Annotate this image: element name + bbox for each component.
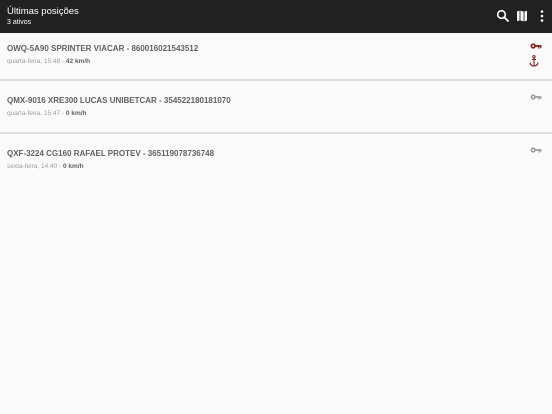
vehicle-title: QMX-9016 XRE300 LUCAS UNIBETCAR - 354522… xyxy=(7,96,231,105)
app-bar: Últimas posições 3 ativos xyxy=(0,0,552,33)
ignition-key-icon xyxy=(530,145,542,155)
more-options-button[interactable] xyxy=(534,8,550,24)
anchor-icon xyxy=(529,55,539,67)
ignition-key-icon xyxy=(530,41,542,51)
vehicle-status: quarta-feira, 15:47 - 0 km/h xyxy=(7,109,87,118)
list-item[interactable]: QXF-3224 CG160 RAFAEL PROTEV - 365119078… xyxy=(0,134,552,182)
ignition-key-icon xyxy=(530,92,542,102)
vehicle-speed: 42 km/h xyxy=(65,58,91,65)
page-title: Últimas posições xyxy=(7,6,79,17)
vehicle-status: sexta-feira, 14:40 - 0 km/h xyxy=(7,162,84,171)
vehicle-status: quarta-feira, 15:48 - 42 km/h xyxy=(7,57,90,66)
more-vert-icon xyxy=(540,10,544,22)
vehicle-list: OWQ-5A90 SPRINTER VIACAR - 8600160215435… xyxy=(0,33,552,182)
vehicle-title: QXF-3224 CG160 RAFAEL PROTEV - 365119078… xyxy=(7,149,215,158)
search-icon xyxy=(496,9,509,22)
list-item[interactable]: QMX-9016 XRE300 LUCAS UNIBETCAR - 354522… xyxy=(0,81,552,134)
list-item[interactable]: OWQ-5A90 SPRINTER VIACAR - 8600160215435… xyxy=(0,33,552,81)
map-button[interactable] xyxy=(514,8,530,24)
last-update-time: sexta-feira, 14:40 - xyxy=(7,163,63,170)
vehicle-speed: 0 km/h xyxy=(63,163,84,170)
active-count: 3 ativos xyxy=(7,19,32,26)
vehicle-speed: 0 km/h xyxy=(65,110,87,117)
last-update-time: quarta-feira, 15:48 - xyxy=(7,58,66,65)
map-icon xyxy=(517,10,527,22)
vehicle-title: OWQ-5A90 SPRINTER VIACAR - 8600160215435… xyxy=(7,44,199,53)
last-update-time: quarta-feira, 15:47 - xyxy=(7,110,66,117)
search-button[interactable] xyxy=(495,8,511,24)
